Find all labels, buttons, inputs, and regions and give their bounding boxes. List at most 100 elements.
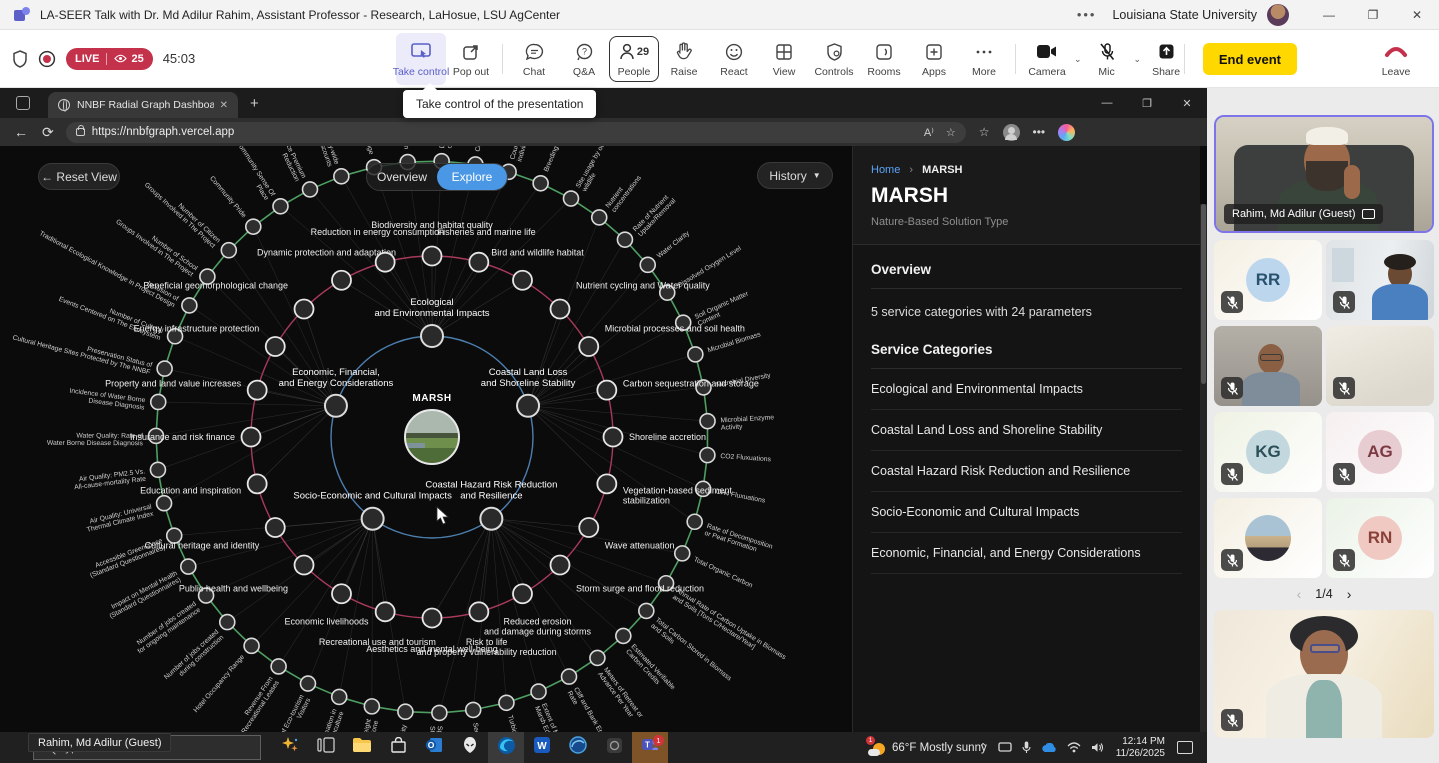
bookmark-star-icon[interactable]: ☆ bbox=[946, 126, 956, 139]
blue-app-icon bbox=[569, 736, 587, 759]
q-a-button[interactable]: ?Q&A bbox=[559, 33, 609, 85]
outer-metric-label: Preservation Status ofCultural Heritage … bbox=[12, 327, 153, 376]
toolbar-item-label: View bbox=[773, 66, 796, 78]
service-category-item[interactable]: Socio-Economic and Cultural Impacts bbox=[871, 492, 1182, 533]
participant-video-tile[interactable] bbox=[1214, 326, 1322, 406]
participant-video-tile[interactable] bbox=[1326, 326, 1434, 406]
alienware-taskbar-button[interactable] bbox=[452, 732, 488, 763]
participant-initials-tile[interactable]: KG bbox=[1214, 412, 1322, 492]
browser-close-button[interactable]: ✕ bbox=[1167, 89, 1207, 117]
rooms-button[interactable]: Rooms bbox=[859, 33, 909, 85]
svg-text:Microbial processes and soil h: Microbial processes and soil health bbox=[605, 324, 745, 334]
participant-initials-tile[interactable]: AG bbox=[1326, 412, 1434, 492]
profile-avatar-icon[interactable] bbox=[1003, 124, 1020, 141]
overview-tab[interactable]: Overview bbox=[367, 170, 437, 184]
camera-button[interactable]: Camera bbox=[1022, 33, 1072, 85]
end-event-button[interactable]: End event bbox=[1203, 43, 1297, 75]
meeting-toolbar: LIVE 25 45:03 Take controlPop outChat?Q&… bbox=[0, 30, 1439, 88]
toolbar-item-label: Pop out bbox=[453, 66, 489, 78]
restore-button[interactable]: ❐ bbox=[1351, 0, 1395, 30]
task-view-taskbar-button[interactable] bbox=[308, 732, 344, 763]
favorites-icon[interactable]: ☆ bbox=[979, 125, 990, 139]
participants-rail: Rahim, Md Adilur (Guest) RRKGAGRN ‹ 1/4 … bbox=[1209, 88, 1439, 763]
apps-button[interactable]: Apps bbox=[909, 33, 959, 85]
next-page-icon[interactable]: › bbox=[1347, 586, 1352, 602]
react-button[interactable]: React bbox=[709, 33, 759, 85]
chevron-down-icon[interactable]: ⌄ bbox=[1134, 54, 1142, 65]
participant-photo-tile[interactable] bbox=[1214, 498, 1322, 578]
mic-icon[interactable] bbox=[1022, 741, 1031, 754]
action-center-icon[interactable] bbox=[1177, 741, 1193, 754]
store-taskbar-button[interactable] bbox=[380, 732, 416, 763]
word-taskbar-button[interactable]: W bbox=[524, 732, 560, 763]
service-category-item[interactable]: Coastal Land Loss and Shoreline Stabilit… bbox=[871, 410, 1182, 451]
outer-metric-label: CO2 Fluxuations bbox=[720, 453, 772, 463]
take-control-button[interactable]: Take control bbox=[396, 33, 446, 85]
outer-metric-label: Hotel Occupancy Range bbox=[193, 654, 247, 714]
service-category-item[interactable]: Coastal Hazard Risk Reduction and Resili… bbox=[871, 451, 1182, 492]
utility-app-taskbar-button[interactable] bbox=[596, 732, 632, 763]
taskbar-clock[interactable]: 12:14 PM11/26/2025 bbox=[1116, 736, 1165, 760]
wifi-icon[interactable] bbox=[1067, 742, 1081, 753]
onedrive-icon[interactable] bbox=[1041, 743, 1057, 753]
speaker-video-tile[interactable]: Rahim, Md Adilur (Guest) bbox=[1214, 115, 1434, 233]
close-tab-icon[interactable]: ✕ bbox=[220, 100, 228, 111]
minimize-button[interactable]: — bbox=[1307, 0, 1351, 30]
participant-initials-tile[interactable]: RR bbox=[1214, 240, 1322, 320]
controls-button[interactable]: Controls bbox=[809, 33, 859, 85]
browser-restore-button[interactable]: ❐ bbox=[1127, 89, 1167, 117]
breadcrumb-home-link[interactable]: Home bbox=[871, 164, 900, 176]
address-bar[interactable]: https://nnbfgraph.vercel.app A⁾ ☆ bbox=[66, 122, 966, 143]
raise-button[interactable]: Raise bbox=[659, 33, 709, 85]
browser-tab[interactable]: NNBF Radial Graph Dashboard ✕ bbox=[48, 92, 238, 118]
view-button[interactable]: View bbox=[759, 33, 809, 85]
outer-metric-label: Counts of birdindividuals bbox=[509, 146, 535, 163]
chat-button[interactable]: Chat bbox=[509, 33, 559, 85]
reset-view-button[interactable]: ← Reset View bbox=[38, 163, 120, 190]
edge-taskbar-button[interactable] bbox=[488, 732, 524, 763]
history-button[interactable]: History▼ bbox=[757, 162, 833, 189]
mic-muted-badge bbox=[1221, 709, 1243, 731]
page-scrollbar[interactable] bbox=[1200, 204, 1207, 763]
svg-text:Carbon sequestration and stora: Carbon sequestration and storage bbox=[623, 378, 759, 388]
participant-video-tile[interactable] bbox=[1326, 240, 1434, 320]
explore-tab[interactable]: Explore bbox=[437, 164, 507, 190]
service-category-item[interactable]: Economic, Financial, and Energy Consider… bbox=[871, 533, 1182, 574]
svg-text:Economic, Financial,and Energy: Economic, Financial,and Energy Considera… bbox=[279, 367, 394, 389]
pop-out-button[interactable]: Pop out bbox=[446, 33, 496, 85]
outer-metric-label: Annual Rate of Carbon Uptake in Biomassa… bbox=[671, 588, 787, 668]
svg-text:Public health and wellbeing: Public health and wellbeing bbox=[179, 583, 288, 593]
outer-metric-label: Community-wideInsurance Discounts bbox=[306, 146, 340, 168]
service-category-item[interactable]: Ecological and Environmental Impacts bbox=[871, 369, 1182, 410]
speaker-icon[interactable] bbox=[1091, 742, 1104, 753]
people-button[interactable]: 29People bbox=[609, 36, 659, 82]
participant-video-tile[interactable] bbox=[1214, 610, 1434, 738]
teams-taskbar-button[interactable]: T1 bbox=[632, 732, 668, 763]
display-icon[interactable] bbox=[998, 742, 1012, 753]
copilot-sparkles-taskbar-button[interactable] bbox=[272, 732, 308, 763]
radial-graph[interactable]: Density and diversityof benthic inverteb… bbox=[0, 146, 852, 732]
close-button[interactable]: ✕ bbox=[1395, 0, 1439, 30]
refresh-icon[interactable]: ⟳ bbox=[42, 124, 54, 141]
outlook-taskbar-button[interactable]: O bbox=[416, 732, 452, 763]
chevron-up-icon[interactable]: ⌃ bbox=[978, 741, 987, 754]
browser-more-icon[interactable]: ••• bbox=[1033, 125, 1046, 139]
file-explorer-taskbar-button[interactable] bbox=[344, 732, 380, 763]
tab-actions-icon[interactable] bbox=[16, 96, 30, 110]
user-avatar[interactable] bbox=[1267, 4, 1289, 26]
new-tab-button[interactable]: + bbox=[250, 95, 259, 112]
blue-app-taskbar-button[interactable] bbox=[560, 732, 596, 763]
shield-icon bbox=[12, 50, 28, 68]
prev-page-icon[interactable]: ‹ bbox=[1297, 586, 1302, 602]
back-icon[interactable]: ← bbox=[14, 124, 28, 140]
copilot-icon[interactable] bbox=[1058, 124, 1075, 141]
leave-button[interactable]: Leave bbox=[1371, 33, 1421, 85]
titlebar-more-icon[interactable]: ••• bbox=[1077, 7, 1097, 22]
chevron-down-icon[interactable]: ⌄ bbox=[1074, 54, 1082, 65]
mic-button[interactable]: Mic bbox=[1082, 33, 1132, 85]
more-button[interactable]: More bbox=[959, 33, 1009, 85]
outer-metric-label: Incidence of Water BorneDisease Diagnosi… bbox=[68, 388, 146, 412]
participant-initials-tile[interactable]: RN bbox=[1326, 498, 1434, 578]
read-aloud-icon[interactable]: A⁾ bbox=[924, 126, 934, 139]
browser-minimize-button[interactable]: — bbox=[1087, 89, 1127, 117]
